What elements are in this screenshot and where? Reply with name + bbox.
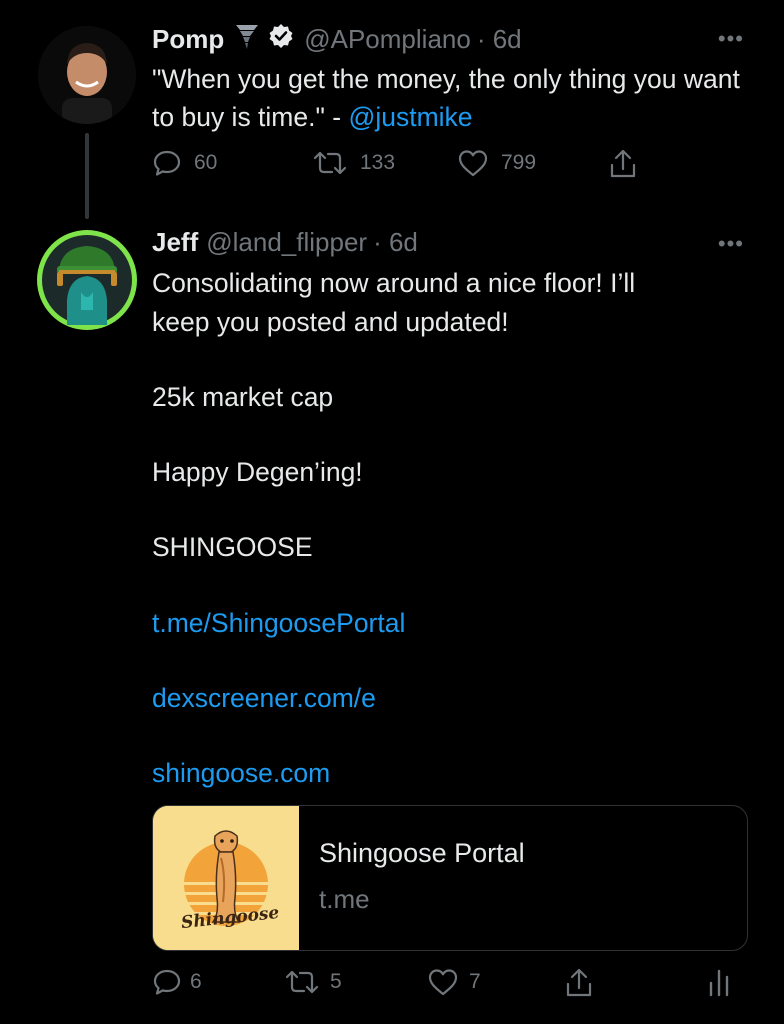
reply-button[interactable]: 6 — [152, 967, 202, 997]
tweet-line-3: 25k market cap — [152, 382, 334, 412]
retweet-icon — [313, 151, 347, 175]
like-button[interactable]: 799 — [457, 148, 536, 178]
reply-button[interactable]: 60 — [152, 148, 217, 178]
tweet-header: Jeff @land_flipper · 6d — [152, 227, 418, 258]
dexscreener-link[interactable]: dexscreener.com/e — [152, 679, 376, 717]
website-link[interactable]: shingoose.com — [152, 754, 330, 792]
card-title: Shingoose Portal — [319, 838, 525, 868]
telegram-link[interactable]: t.me/ShingoosePortal — [152, 604, 405, 642]
share-button[interactable] — [564, 967, 594, 999]
author-handle[interactable]: @land_flipper — [206, 227, 367, 258]
retweet-count: 5 — [330, 970, 342, 993]
like-count: 799 — [501, 151, 537, 174]
thread-line — [85, 133, 89, 219]
author-name[interactable]: Jeff — [152, 227, 198, 258]
card-thumbnail: Shingoose — [153, 806, 299, 950]
retweet-button[interactable]: 133 — [312, 148, 395, 178]
tweet-header: Pomp @APompliano · 6d — [152, 22, 522, 57]
avatar-jeff-image — [42, 235, 132, 325]
verified-badge-icon — [268, 23, 294, 56]
share-button[interactable] — [608, 148, 638, 180]
avatar-pomp[interactable] — [38, 26, 136, 124]
author-handle[interactable]: @APompliano — [304, 24, 471, 55]
card-logo-text: Shingoose — [180, 902, 281, 934]
tornado-emoji-icon — [234, 22, 260, 57]
analytics-icon — [709, 969, 729, 997]
retweet-button[interactable]: 5 — [284, 967, 342, 997]
tweet-time[interactable]: · 6d — [477, 24, 522, 55]
tweet-text: "When you get the money, the only thing … — [152, 60, 752, 136]
action-bar: 6 5 7 — [152, 967, 752, 1001]
action-bar: 60 133 799 — [152, 148, 752, 182]
reply-icon — [153, 969, 181, 995]
share-icon — [610, 149, 636, 178]
more-icon[interactable]: ••• — [718, 26, 744, 52]
analytics-button[interactable] — [707, 967, 731, 997]
like-icon — [428, 969, 458, 996]
mention-link[interactable]: @justmike — [348, 102, 472, 132]
more-icon[interactable]: ••• — [718, 231, 744, 257]
tweet-pomp[interactable]: Pomp @APompliano · 6d ••• "When you get … — [0, 0, 784, 220]
avatar-pomp-image — [38, 26, 136, 124]
tweet-line-2: keep you posted and updated! — [152, 307, 509, 337]
author-name[interactable]: Pomp — [152, 24, 224, 55]
reply-count: 6 — [190, 970, 202, 993]
tweet-line-1: Consolidating now around a nice floor! I… — [152, 268, 636, 298]
share-icon — [566, 968, 592, 997]
retweet-count: 133 — [360, 151, 396, 174]
tweet-line-4: Happy Degen’ing! — [152, 457, 363, 487]
avatar-jeff[interactable] — [37, 230, 137, 330]
like-button[interactable]: 7 — [427, 967, 481, 997]
reply-count: 60 — [194, 151, 218, 174]
reply-icon — [153, 150, 181, 176]
like-count: 7 — [469, 970, 481, 993]
card-domain: t.me — [319, 884, 370, 914]
retweet-icon — [285, 970, 319, 994]
like-icon — [458, 150, 488, 177]
tweet-time[interactable]: · 6d — [373, 227, 418, 258]
link-preview-card[interactable]: Shingoose Shingoose Portal t.me — [152, 805, 748, 951]
tweet-line-5: SHINGOOSE — [152, 532, 313, 562]
